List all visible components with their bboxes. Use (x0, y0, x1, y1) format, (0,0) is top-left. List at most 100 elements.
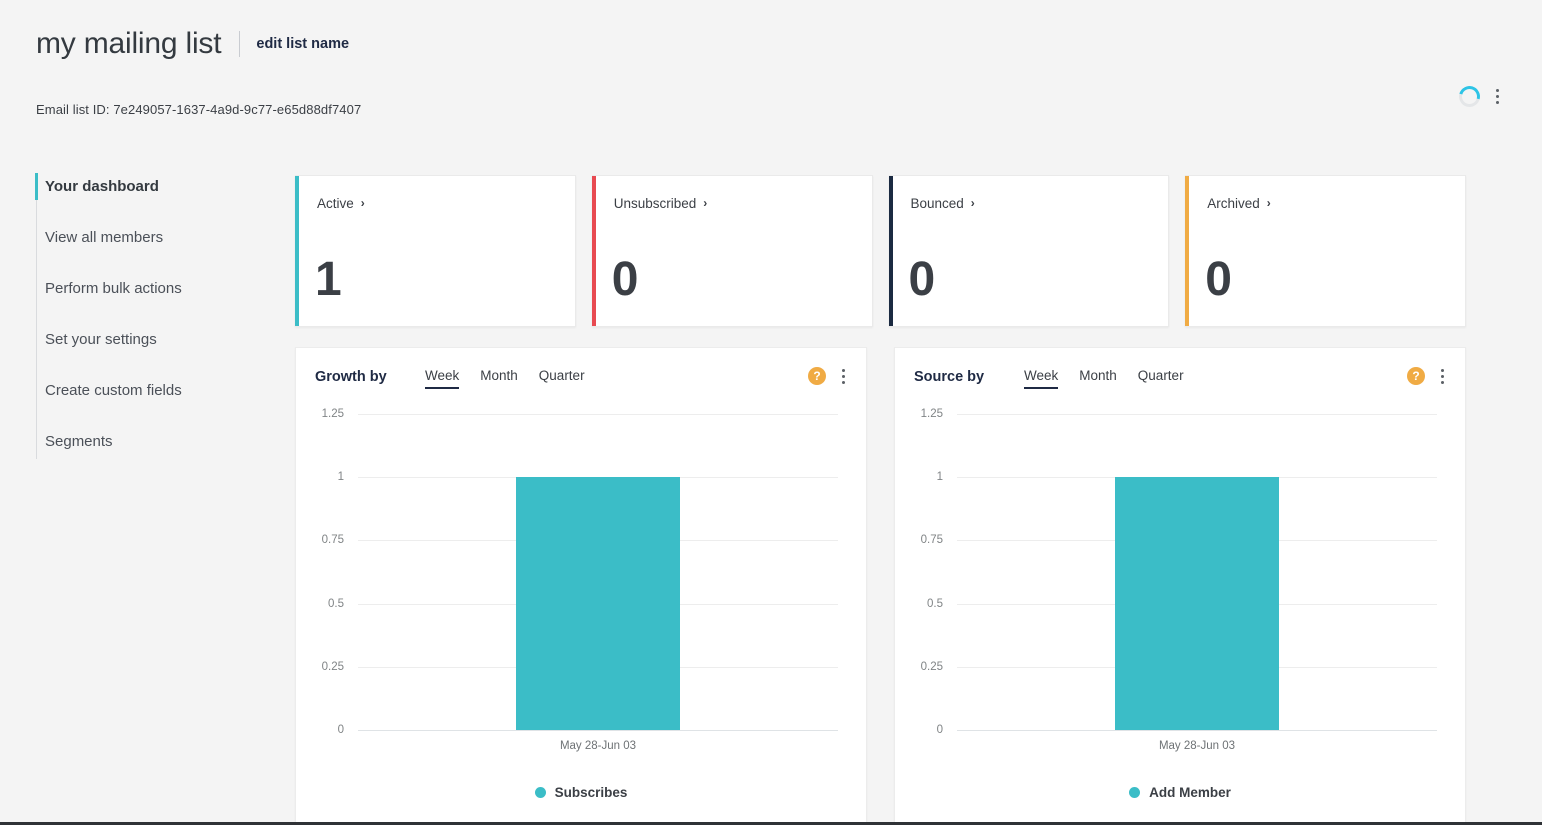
sidebar-item-label: Your dashboard (45, 178, 159, 195)
card-accent-bar (888, 176, 893, 326)
stat-card-active[interactable]: Active › 1 (295, 175, 576, 327)
legend-label: Add Member (1149, 785, 1231, 800)
y-axis-tick-label: 0.5 (328, 597, 344, 610)
bar[interactable] (516, 477, 680, 730)
y-axis-tick-label: 1.25 (920, 408, 943, 420)
y-axis-tick-label: 1 (936, 471, 943, 484)
stat-card-label-link[interactable]: Archived › (1207, 196, 1271, 211)
stat-card-value: 0 (908, 253, 936, 306)
stat-card-bounced[interactable]: Bounced › 0 (888, 175, 1170, 327)
panel-title: Source by (914, 369, 985, 385)
y-axis-tick-label: 1 (337, 471, 344, 484)
stat-card-label: Bounced (910, 196, 964, 211)
chart-legend: Subscribes (296, 785, 866, 800)
chevron-right-icon: › (360, 195, 365, 210)
panel-title: Growth by (315, 369, 387, 385)
y-axis-tick-label: 0.25 (920, 660, 943, 673)
grid-line (957, 730, 1437, 731)
sidebar-rail (36, 177, 37, 459)
sidebar-item-label: Create custom fields (45, 382, 182, 399)
chart-legend: Add Member (895, 785, 1465, 800)
panel-tools: ? (1407, 366, 1449, 386)
page-header: my mailing list edit list name Email lis… (0, 0, 1542, 163)
stat-cards: Active › 1 Unsubscribed › 0 Bounced › 0 … (295, 175, 1466, 327)
y-axis-tick-label: 0.75 (920, 534, 943, 547)
y-axis-tick-label: 0.25 (321, 660, 344, 673)
chart-plot-area: 0 0.25 0.5 0.75 1 1.25 May 28-Jun 03 Add Memb… (895, 408, 1465, 800)
stat-card-value: 1 (315, 253, 342, 306)
stat-card-label: Active (317, 196, 354, 211)
header-actions (1455, 82, 1504, 111)
panel-tools: ? (808, 366, 850, 386)
y-axis-tick-label: 1.25 (321, 408, 344, 420)
grid-line (358, 730, 838, 731)
chevron-right-icon: › (703, 195, 708, 210)
card-accent-bar (1185, 176, 1190, 326)
sidebar-nav: Your dashboard View all members Perform … (35, 173, 286, 459)
tab-month[interactable]: Month (480, 368, 518, 389)
email-list-id: Email list ID: 7e249057-1637-4a9d-9c77-e… (36, 102, 362, 117)
panel-header: Growth by Week Month Quarter ? (296, 348, 866, 410)
sidebar-item-your-dashboard[interactable]: Your dashboard (35, 173, 286, 200)
tab-week[interactable]: Week (1024, 368, 1059, 389)
y-axis-tick-label: 0 (936, 724, 943, 736)
tab-quarter[interactable]: Quarter (1138, 368, 1184, 389)
stat-card-unsubscribed[interactable]: Unsubscribed › 0 (591, 175, 873, 327)
chevron-right-icon: › (1266, 195, 1271, 210)
bar-group (516, 414, 680, 730)
legend-label: Subscribes (554, 785, 628, 800)
stat-card-label-link[interactable]: Unsubscribed › (614, 196, 708, 211)
card-accent-bar (295, 176, 299, 326)
y-axis-tick-label: 0.75 (321, 534, 344, 547)
stat-card-value: 0 (1205, 253, 1232, 306)
range-tabs: Week Month Quarter (425, 368, 585, 389)
loading-spinner-icon (1455, 82, 1484, 111)
range-tabs: Week Month Quarter (1024, 368, 1184, 389)
tab-month[interactable]: Month (1079, 368, 1117, 389)
y-axis: 0 0.25 0.5 0.75 1 1.25 (296, 408, 352, 736)
kebab-menu-icon[interactable] (1435, 366, 1449, 386)
panel-growth-by: Growth by Week Month Quarter ? 0 0.25 0.5 0… (295, 347, 867, 825)
sidebar-item-label: View all members (45, 229, 164, 246)
sidebar-item-set-your-settings[interactable]: Set your settings (36, 326, 286, 353)
sidebar-item-segments[interactable]: Segments (36, 428, 286, 455)
legend-color-dot (1129, 787, 1141, 798)
sidebar-item-label: Perform bulk actions (45, 280, 182, 297)
chart-plot-area: 0 0.25 0.5 0.75 1 1.25 May 28-Jun 03 Subscrib… (296, 408, 866, 800)
title-divider (239, 31, 241, 57)
y-axis-tick-label: 0.5 (927, 597, 943, 610)
sidebar-item-create-custom-fields[interactable]: Create custom fields (36, 377, 286, 404)
page-title: my mailing list (36, 27, 222, 60)
panel-source-by: Source by Week Month Quarter ? 0 0.25 0.5 0… (894, 347, 1466, 825)
kebab-menu-icon[interactable] (1490, 87, 1504, 107)
x-axis-tick-label: May 28-Jun 03 (559, 740, 637, 752)
chevron-right-icon: › (970, 195, 975, 210)
panel-header: Source by Week Month Quarter ? (895, 348, 1465, 410)
stat-card-value: 0 (611, 253, 639, 306)
tab-quarter[interactable]: Quarter (539, 368, 585, 389)
tab-week[interactable]: Week (425, 368, 460, 389)
stat-card-label: Unsubscribed (613, 196, 697, 211)
sidebar-item-view-all-members[interactable]: View all members (36, 224, 286, 251)
stat-card-label-link[interactable]: Active › (317, 196, 365, 211)
chart-panels: Growth by Week Month Quarter ? 0 0.25 0.5 0… (295, 347, 1466, 825)
edit-list-name-link[interactable]: edit list name (256, 36, 349, 52)
bar-group (1115, 414, 1279, 730)
sidebar-item-label: Segments (45, 433, 113, 450)
card-accent-bar (591, 176, 596, 326)
stat-card-label-link[interactable]: Bounced › (911, 196, 975, 211)
sidebar-item-label: Set your settings (45, 331, 157, 348)
bar[interactable] (1115, 477, 1279, 730)
sidebar-item-perform-bulk-actions[interactable]: Perform bulk actions (36, 275, 286, 302)
y-axis-tick-label: 0 (337, 724, 344, 736)
stat-card-label: Archived (1207, 196, 1260, 211)
title-row: my mailing list edit list name (36, 22, 349, 66)
stat-card-archived[interactable]: Archived › 0 (1185, 175, 1466, 327)
y-axis: 0 0.25 0.5 0.75 1 1.25 (895, 408, 951, 736)
help-icon[interactable]: ? (808, 367, 826, 385)
help-icon[interactable]: ? (1407, 367, 1425, 385)
kebab-menu-icon[interactable] (836, 366, 850, 386)
bar-series (957, 414, 1437, 730)
bar-series (358, 414, 838, 730)
legend-color-dot (534, 787, 546, 798)
